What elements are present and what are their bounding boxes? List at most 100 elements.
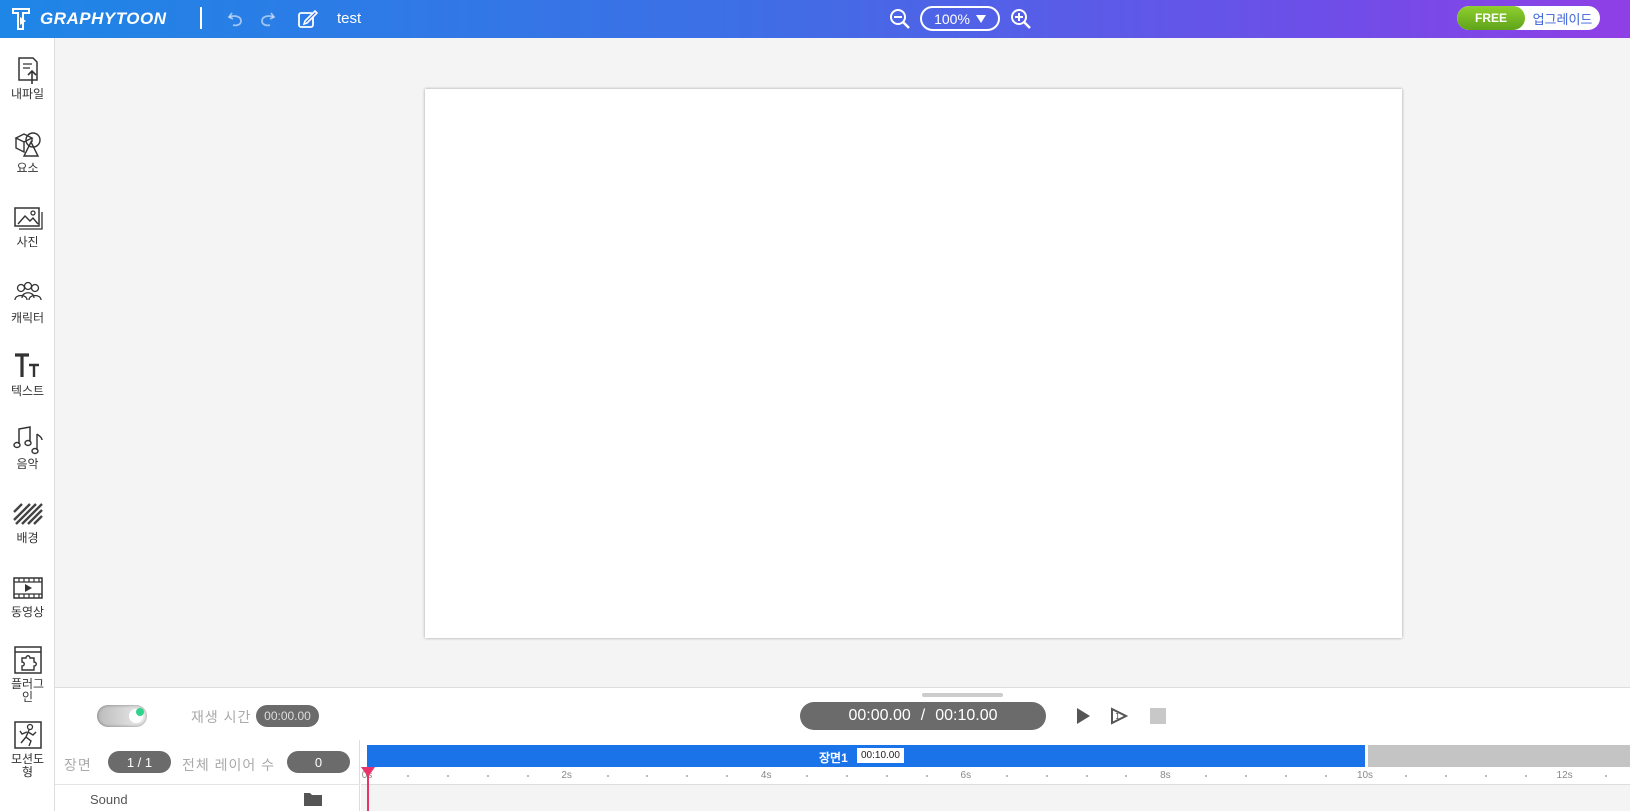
sidebar-item-label: 배경 (16, 531, 39, 545)
toggle-indicator (136, 708, 144, 716)
sidebar-item-label: 내파일 (10, 87, 45, 101)
workspace (55, 38, 1630, 687)
svg-text:1: 1 (1115, 712, 1120, 721)
music-icon (12, 426, 43, 455)
ruler-minor-tick (1005, 775, 1008, 777)
ruler-minor-tick (726, 775, 729, 777)
ruler-minor-tick (686, 775, 689, 777)
sidebar-item-elements[interactable]: 요소 (0, 128, 55, 194)
ruler-minor-tick (1325, 775, 1328, 777)
sidebar-item-label: 요소 (16, 161, 39, 175)
folder-icon[interactable] (303, 791, 323, 807)
free-plan-badge: FREE (1457, 6, 1525, 30)
layer-count-label: 전체 레이어 수 (182, 757, 276, 773)
ruler-minor-tick (1205, 775, 1208, 777)
time-separator: / (920, 707, 926, 724)
layer-count-value: 0 (287, 751, 350, 773)
sidebar: 내파일 요소 사진 캐릭터 텍스트 음악 배경 동영상 플러그인 모션도형 (0, 38, 55, 811)
sidebar-item-background[interactable]: 배경 (0, 498, 55, 564)
zoom-value: 100% (934, 10, 970, 27)
sidebar-item-text[interactable]: 텍스트 (0, 351, 55, 417)
ruler-minor-tick (526, 775, 529, 777)
zoom-select[interactable]: 100% (920, 6, 1000, 31)
ruler-minor-tick (1245, 775, 1248, 777)
ruler-minor-tick (1285, 775, 1288, 777)
ruler-minor-tick (925, 775, 928, 777)
timeline-toggle[interactable] (97, 705, 147, 727)
time-display: 00:00.00 / 00:10.00 (800, 702, 1046, 730)
zoom-out-icon[interactable] (889, 8, 911, 30)
playback-time-value: 00:00.00 (256, 705, 319, 727)
ruler-minor-tick (406, 775, 409, 777)
ruler-minor-tick (1125, 775, 1128, 777)
undo-icon[interactable] (225, 8, 247, 30)
plugin-icon (13, 646, 42, 674)
scene-counter: 1 / 1 (108, 751, 171, 773)
ruler-minor-tick (1444, 775, 1447, 777)
ruler-label: 10s (1356, 770, 1374, 781)
canvas-stage[interactable] (425, 89, 1402, 638)
ruler-minor-tick (486, 775, 489, 777)
play-once-icon: 1 (1111, 707, 1129, 725)
playhead-handle[interactable] (361, 767, 375, 777)
sidebar-item-label: 동영상 (10, 605, 45, 619)
play-button[interactable] (1073, 706, 1093, 726)
ruler-minor-tick (846, 775, 849, 777)
sidebar-item-label: 모션도형 (10, 752, 45, 779)
scene-block-duration: 00:10.00 (857, 748, 904, 763)
scene-block[interactable]: 장면1 00:10.00 (367, 745, 1365, 767)
sidebar-item-label: 텍스트 (10, 384, 45, 398)
zoom-in-icon[interactable] (1010, 8, 1032, 30)
ruler-minor-tick (885, 775, 888, 777)
video-icon (12, 577, 43, 599)
playhead[interactable] (361, 767, 375, 811)
motion-shape-icon (13, 721, 42, 749)
brand-logo[interactable]: GRAPHYTOON (10, 6, 167, 32)
background-icon (12, 503, 43, 525)
sound-label: Sound (90, 792, 128, 807)
project-title[interactable]: test (337, 10, 361, 27)
timeline-panel: 재생 시간 00:00.00 00:00.00 / 00:10.00 1 장면 … (55, 687, 1630, 811)
empty-scene-area (1368, 745, 1630, 767)
timeline-track-area: 장면1 00:10.00 0s 2s 4s 6s 8s 10s 12s (361, 740, 1630, 811)
sidebar-item-plugin[interactable]: 플러그인 (0, 644, 55, 710)
chevron-down-icon (975, 14, 986, 23)
sidebar-item-label: 음악 (16, 457, 39, 471)
ruler-minor-tick (1604, 775, 1607, 777)
edit-title-icon[interactable] (297, 8, 319, 30)
time-ruler[interactable]: 0s 2s 4s 6s 8s 10s 12s (361, 767, 1630, 785)
shapes-icon (13, 132, 41, 157)
scene-block-name: 장면1 (819, 751, 848, 765)
ruler-minor-tick (806, 775, 809, 777)
ruler-label: 2s (561, 770, 572, 781)
ruler-minor-tick (1045, 775, 1048, 777)
sidebar-item-motion-shape[interactable]: 모션도형 (0, 719, 55, 785)
play-from-start-button[interactable]: 1 (1109, 706, 1129, 726)
ruler-minor-tick (1085, 775, 1088, 777)
timeline-info-column: 장면 1 / 1 전체 레이어 수 0 Sound (55, 740, 360, 811)
characters-icon (13, 281, 42, 301)
sound-track[interactable] (361, 785, 1630, 811)
redo-icon[interactable] (256, 8, 278, 30)
scene-label: 장면 (64, 757, 92, 773)
stop-button[interactable] (1148, 706, 1168, 726)
logo-icon (12, 8, 30, 30)
ruler-minor-tick (446, 775, 449, 777)
brand-name: GRAPHYTOON (40, 9, 167, 28)
stop-icon (1150, 708, 1166, 724)
sidebar-item-label: 캐릭터 (10, 311, 45, 325)
ruler-label: 12s (1556, 770, 1573, 781)
ruler-minor-tick (1524, 775, 1527, 777)
timeline-resize-handle[interactable] (922, 693, 1003, 697)
ruler-minor-tick (606, 775, 609, 777)
ruler-label: 4s (760, 770, 772, 781)
playback-time-label: 재생 시간 (191, 709, 252, 725)
current-time: 00:00.00 (848, 707, 911, 724)
sidebar-item-characters[interactable]: 캐릭터 (0, 278, 55, 344)
ruler-minor-tick (1484, 775, 1487, 777)
sidebar-item-video[interactable]: 동영상 (0, 572, 55, 638)
sidebar-item-music[interactable]: 음악 (0, 424, 55, 490)
upgrade-button[interactable]: 업그레이드 (1525, 6, 1600, 30)
sidebar-item-photos[interactable]: 사진 (0, 202, 55, 268)
sidebar-item-my-files[interactable]: 내파일 (0, 54, 55, 120)
